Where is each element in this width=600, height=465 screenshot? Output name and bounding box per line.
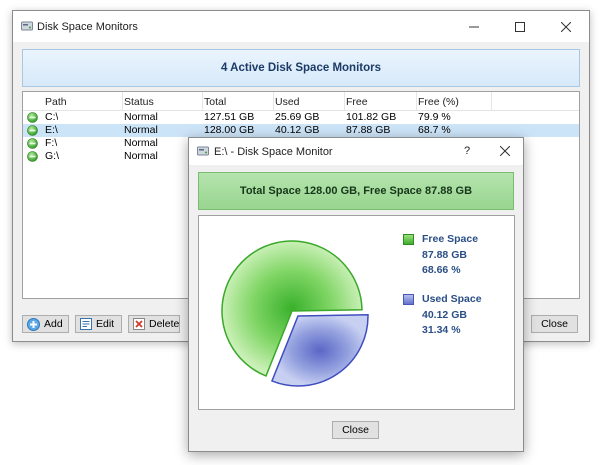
cell-free-pct: 68.7 % xyxy=(418,124,451,136)
main-close-button[interactable]: Close xyxy=(531,315,578,333)
dialog-close-label: Close xyxy=(342,424,369,436)
space-summary-banner: Total Space 128.00 GB, Free Space 87.88 … xyxy=(198,172,514,210)
delete-icon xyxy=(133,318,145,330)
delete-button[interactable]: Delete xyxy=(128,315,180,333)
cell-status: Normal xyxy=(124,137,158,149)
cell-total: 127.51 GB xyxy=(204,111,255,123)
edit-button-label: Edit xyxy=(96,318,115,330)
green-status-icon xyxy=(27,125,38,136)
green-status-icon xyxy=(27,138,38,149)
dialog-title-bar[interactable]: E:\ - Disk Space Monitor ? xyxy=(189,138,523,165)
cell-free: 101.82 GB xyxy=(346,111,397,123)
dialog-window-close-button[interactable] xyxy=(495,142,515,160)
add-icon xyxy=(27,317,40,331)
add-button[interactable]: Add xyxy=(22,315,69,333)
column-header-path[interactable]: Path xyxy=(45,96,67,110)
column-header-status[interactable]: Status xyxy=(124,96,154,110)
column-header-total[interactable]: Total xyxy=(204,96,226,110)
window-close-button[interactable] xyxy=(543,11,589,42)
disk-app-icon xyxy=(197,145,209,160)
list-header: Path Status Total Used Free Free (%) xyxy=(23,92,579,111)
legend-value: 87.88 GB xyxy=(422,248,467,261)
legend-percent: 68.66 % xyxy=(422,264,461,276)
free-space-swatch xyxy=(403,234,414,245)
minimize-icon xyxy=(469,26,479,27)
maximize-icon xyxy=(515,21,525,32)
close-button-label: Close xyxy=(541,318,568,330)
column-header-used[interactable]: Used xyxy=(275,96,300,110)
edit-button[interactable]: Edit xyxy=(75,315,122,333)
used-space-swatch xyxy=(403,294,414,305)
cell-path: F:\ xyxy=(45,137,58,149)
column-header-free-pct[interactable]: Free (%) xyxy=(418,96,459,110)
close-icon xyxy=(561,21,571,32)
table-row-selected[interactable]: E:\ Normal 128.00 GB 40.12 GB 87.88 GB 6… xyxy=(23,124,579,137)
legend-percent: 31.34 % xyxy=(422,324,461,336)
pie-chart xyxy=(221,240,369,387)
disk-app-icon xyxy=(21,20,33,35)
edit-icon xyxy=(80,318,92,330)
minimize-button[interactable] xyxy=(451,11,497,42)
cell-free-pct: 79.9 % xyxy=(418,111,451,123)
legend-name: Free Space xyxy=(422,233,479,245)
main-title-bar[interactable]: Disk Space Monitors xyxy=(13,11,589,42)
close-icon xyxy=(500,146,510,156)
help-button[interactable]: ? xyxy=(464,145,470,157)
cell-path: C:\ xyxy=(45,111,59,123)
dialog-close-button[interactable]: Close xyxy=(332,421,379,439)
dialog-title: E:\ - Disk Space Monitor xyxy=(214,146,333,158)
cell-free: 87.88 GB xyxy=(346,124,391,136)
legend-value: 40.12 GB xyxy=(422,308,467,321)
cell-status: Normal xyxy=(124,111,158,123)
green-status-icon xyxy=(27,112,38,123)
cell-path: E:\ xyxy=(45,124,58,136)
cell-path: G:\ xyxy=(45,150,60,162)
table-row[interactable]: C:\ Normal 127.51 GB 25.69 GB 101.82 GB … xyxy=(23,111,579,124)
cell-used: 40.12 GB xyxy=(275,124,320,136)
cell-status: Normal xyxy=(124,124,158,136)
cell-used: 25.69 GB xyxy=(275,111,320,123)
green-status-icon xyxy=(27,151,38,162)
add-button-label: Add xyxy=(44,318,63,330)
main-window-title: Disk Space Monitors xyxy=(37,21,138,33)
cell-status: Normal xyxy=(124,150,158,162)
legend-name: Used Space xyxy=(422,293,482,305)
cell-total: 128.00 GB xyxy=(204,124,255,136)
maximize-button[interactable] xyxy=(497,11,543,42)
pie-chart-panel: Free Space 87.88 GB 68.66 % Used Space 4… xyxy=(198,215,515,410)
delete-button-label: Delete xyxy=(149,318,180,330)
monitors-banner: 4 Active Disk Space Monitors xyxy=(22,49,580,87)
column-header-free[interactable]: Free xyxy=(346,96,368,110)
disk-monitor-dialog: E:\ - Disk Space Monitor ? Total Space 1… xyxy=(188,137,524,452)
